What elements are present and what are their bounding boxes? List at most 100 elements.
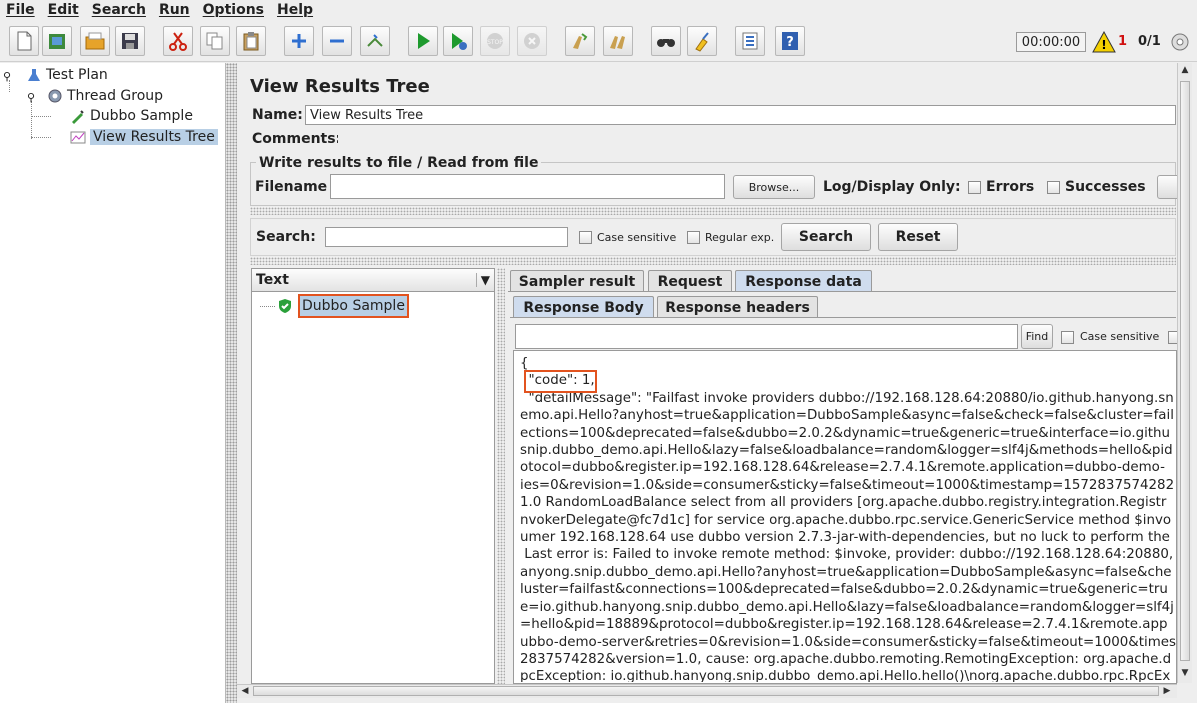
divider[interactable] [250, 257, 1176, 265]
errors-checkbox[interactable] [968, 181, 981, 194]
test-plan-icon [28, 69, 40, 81]
scroll-down-icon[interactable]: ▼ [1179, 668, 1191, 678]
cut-icon [169, 32, 187, 51]
start-no-pauses-button[interactable] [443, 26, 473, 56]
subtab-response-body[interactable]: Response Body [513, 296, 654, 318]
save-button[interactable] [115, 26, 145, 56]
templates-icon [49, 34, 65, 49]
menu-run[interactable]: Run [159, 2, 190, 18]
file-section-title: Write results to file / Read from file [256, 155, 542, 171]
divider[interactable] [250, 207, 1176, 215]
scroll-thumb[interactable] [1180, 81, 1190, 661]
result-item-dubbo-sample[interactable]: Dubbo Sample [298, 294, 409, 318]
main-vertical-scrollbar[interactable]: ▲ ▼ [1177, 63, 1192, 683]
copy-button[interactable] [200, 26, 230, 56]
response-line: =hello&pid=18889&protocol=dubbo&register… [520, 617, 1168, 633]
shutdown-button[interactable] [517, 26, 547, 56]
response-line: umer 192.168.128.64 use dubbo version 2.… [520, 530, 1170, 546]
graph-icon [70, 131, 86, 144]
search-label: Search: [256, 229, 316, 245]
success-shield-icon [279, 299, 291, 313]
response-line: nvokerDelegate@fc7d1c] for service org.a… [520, 512, 1172, 528]
help-icon: ? [782, 32, 798, 50]
response-line: 1.0 RandomLoadBalance select from all pr… [520, 495, 1167, 511]
reset-button[interactable]: Reset [878, 223, 958, 251]
tree-item-test-plan[interactable]: Test Plan [26, 65, 108, 85]
tree-item-view-results-tree[interactable]: View Results Tree [70, 127, 218, 147]
comments-field[interactable] [338, 131, 1176, 149]
menu-help[interactable]: Help [277, 2, 313, 18]
menu-file[interactable]: File [6, 2, 35, 18]
pipette-icon [72, 110, 84, 124]
filename-label: Filename [255, 179, 328, 195]
name-field[interactable]: View Results Tree [305, 105, 1176, 125]
tab-response-data[interactable]: Response data [735, 270, 872, 292]
stop-button[interactable]: STOP [480, 26, 510, 56]
test-plan-tree [0, 63, 226, 703]
menu-options[interactable]: Options [203, 2, 264, 18]
find-input[interactable] [515, 324, 1018, 349]
tab-request[interactable]: Request [648, 270, 732, 292]
open-button[interactable] [80, 26, 110, 56]
response-line: Last error is: Failed to invoke remote m… [520, 547, 1174, 563]
svg-text:?: ? [786, 35, 794, 50]
paste-button[interactable] [236, 26, 266, 56]
response-line: e=io.github.hanyong.snip.dubbo_demo.api.… [520, 599, 1174, 615]
help-button[interactable]: ? [775, 26, 805, 56]
start-no-pause-icon [452, 33, 467, 50]
renderer-value: Text [256, 272, 289, 288]
regular-exp-checkbox[interactable] [687, 231, 700, 244]
expand-icon [292, 34, 306, 48]
renderer-select[interactable]: Text ▼ [252, 269, 494, 292]
scroll-right-icon[interactable]: ▶ [1161, 686, 1173, 696]
toggle-button[interactable] [360, 26, 390, 56]
highlight-code-box [524, 370, 597, 393]
find-button[interactable]: Find [1021, 324, 1053, 349]
tree-item-thread-group[interactable]: Thread Group [47, 86, 163, 106]
warning-count: 1 [1118, 34, 1128, 49]
tab-sampler-result[interactable]: Sampler result [510, 270, 644, 292]
warning-icon[interactable]: ! [1092, 31, 1116, 53]
clear-all-icon [610, 36, 625, 49]
tree-item-dubbo-sample[interactable]: Dubbo Sample [70, 106, 193, 126]
response-body[interactable]: { "code": 1, "detailMessage": "Failfast … [516, 352, 1176, 682]
menu-search[interactable]: Search [92, 2, 146, 18]
search-button[interactable] [651, 26, 681, 56]
response-line: ies=0&revision=1.0&side=consumer&sticky=… [520, 477, 1175, 493]
collapse-toggle-icon[interactable]: ⚲ [3, 70, 11, 83]
expand-all-button[interactable] [284, 26, 314, 56]
find-case-sensitive-checkbox[interactable] [1061, 331, 1074, 344]
shutdown-icon [524, 33, 540, 49]
templates-button[interactable] [42, 26, 72, 56]
successes-checkbox[interactable] [1047, 181, 1060, 194]
new-icon [17, 31, 32, 51]
browse-button[interactable]: Browse... [733, 175, 815, 199]
cut-button[interactable] [163, 26, 193, 56]
search-icon [657, 39, 675, 47]
collapse-toggle-icon[interactable]: ⚲ [27, 91, 35, 104]
status-indicator-icon [1171, 33, 1189, 51]
response-line: snip.dubbo_demo.api.Hello&lazy=false&loa… [520, 443, 1173, 459]
collapse-all-button[interactable] [322, 26, 352, 56]
copy-icon [206, 32, 223, 50]
function-helper-button[interactable] [735, 26, 765, 56]
case-sensitive-checkbox[interactable] [579, 231, 592, 244]
menu-edit[interactable]: Edit [48, 2, 79, 18]
subtab-response-headers[interactable]: Response headers [657, 296, 818, 318]
response-line: { [520, 356, 529, 371]
scroll-thumb[interactable] [253, 686, 1159, 696]
new-button[interactable] [9, 26, 39, 56]
search-input[interactable] [325, 227, 568, 247]
main-horizontal-scrollbar[interactable]: ◀ ▶ [237, 684, 1177, 698]
scroll-up-icon[interactable]: ▲ [1179, 65, 1191, 75]
filename-input[interactable] [330, 174, 725, 199]
search-submit-button[interactable]: Search [781, 223, 871, 251]
results-splitter[interactable] [497, 268, 505, 684]
regular-exp-label: Regular exp. [705, 231, 775, 244]
clear-button[interactable] [565, 26, 595, 56]
clear-all-button[interactable] [603, 26, 633, 56]
scroll-left-icon[interactable]: ◀ [239, 686, 251, 696]
reset-search-button[interactable] [687, 26, 717, 56]
pane-splitter[interactable] [226, 63, 237, 703]
start-button[interactable] [408, 26, 438, 56]
